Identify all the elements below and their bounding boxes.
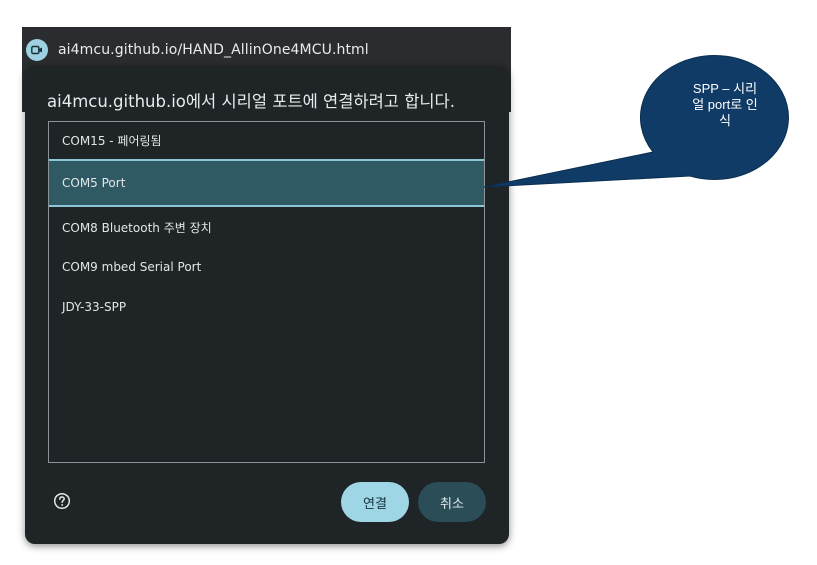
callout-line: 얼 port로 인 — [692, 97, 758, 112]
callout-line: 식 — [719, 113, 731, 128]
callout-text: SPP – 시리 얼 port로 인 식 — [655, 81, 795, 129]
callout-line: SPP – 시리 — [692, 81, 758, 96]
